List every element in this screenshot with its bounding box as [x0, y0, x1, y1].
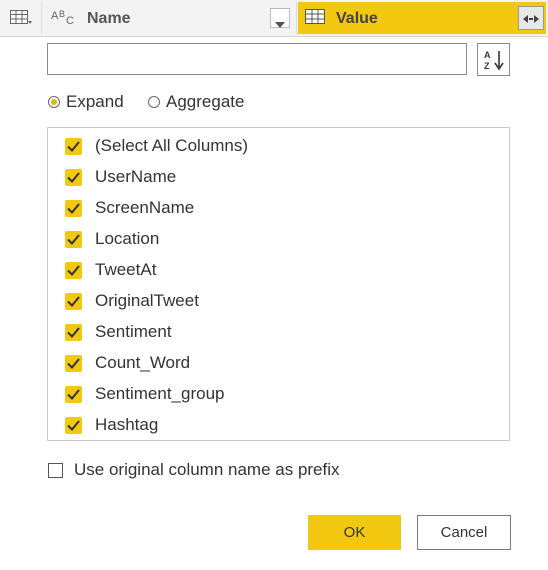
column-label: Hashtag: [95, 415, 159, 434]
column-label: TweetAt: [95, 260, 157, 279]
table-type-menu[interactable]: [2, 2, 42, 34]
checkbox-checked[interactable]: [65, 385, 82, 403]
checkbox-checked[interactable]: [65, 137, 82, 155]
checkbox-checked[interactable]: [65, 230, 82, 248]
column-item-sentiment-group[interactable]: Sentiment_group: [65, 382, 224, 406]
column-item-tweetat[interactable]: TweetAt: [65, 258, 156, 282]
checkbox-checked[interactable]: [65, 261, 82, 279]
svg-text:A: A: [51, 10, 59, 22]
column-item-originaltweet[interactable]: OriginalTweet: [65, 289, 199, 313]
expand-radio-label: Expand: [66, 92, 124, 111]
svg-text:Z: Z: [484, 61, 490, 71]
search-columns-input[interactable]: [47, 43, 467, 75]
use-prefix-checkbox[interactable]: [48, 462, 63, 478]
column-item-count-word[interactable]: Count_Word: [65, 351, 190, 375]
sort-columns-button[interactable]: A Z: [477, 43, 510, 76]
use-prefix-label: Use original column name as prefix: [74, 460, 340, 479]
column-item-screenname[interactable]: ScreenName: [65, 196, 194, 220]
checkbox-checked[interactable]: [65, 168, 82, 186]
column-label: Sentiment: [95, 322, 172, 341]
column-item-sentiment[interactable]: Sentiment: [65, 320, 172, 344]
column-item-username[interactable]: UserName: [65, 165, 176, 189]
cancel-button[interactable]: Cancel: [417, 515, 511, 550]
checkbox-checked[interactable]: [65, 292, 82, 310]
ok-button[interactable]: OK: [308, 515, 401, 550]
name-column-label: Name: [87, 10, 131, 27]
column-item-hashtag[interactable]: Hashtag: [65, 413, 158, 437]
svg-text:A: A: [484, 50, 491, 60]
column-label: UserName: [95, 167, 177, 186]
table-icon: [305, 9, 325, 30]
table-icon: [10, 10, 32, 31]
sort-ascending-icon: A Z: [484, 49, 506, 76]
column-checklist[interactable]: (Select All Columns) UserName ScreenName…: [47, 127, 510, 441]
select-all-columns-item[interactable]: (Select All Columns): [65, 134, 248, 158]
checkbox-checked[interactable]: [65, 199, 82, 217]
checkbox-checked[interactable]: [65, 354, 82, 372]
svg-text:C: C: [66, 15, 74, 27]
expand-column-button[interactable]: [518, 6, 544, 30]
column-label: Count_Word: [95, 353, 191, 372]
column-label: OriginalTweet: [95, 291, 199, 310]
aggregate-radio[interactable]: [148, 96, 160, 108]
value-column-header[interactable]: Value: [298, 2, 546, 34]
name-column-filter-button[interactable]: [270, 8, 290, 28]
checkbox-checked[interactable]: [65, 323, 82, 341]
expand-radio[interactable]: [48, 96, 60, 108]
column-label: Sentiment_group: [95, 384, 225, 403]
column-label: Location: [95, 229, 160, 248]
name-column-header[interactable]: A B C Name: [43, 2, 297, 34]
column-label: ScreenName: [95, 198, 195, 217]
checkbox-checked[interactable]: [65, 416, 82, 434]
abc-text-type-icon: A B C: [51, 8, 79, 33]
svg-text:B: B: [59, 9, 65, 19]
value-column-label: Value: [336, 10, 378, 27]
use-prefix-option[interactable]: Use original column name as prefix: [48, 458, 340, 482]
chevron-down-icon: [275, 15, 285, 33]
column-item-location[interactable]: Location: [65, 227, 159, 251]
column-label: (Select All Columns): [95, 136, 249, 155]
aggregate-radio-option[interactable]: Aggregate: [148, 90, 244, 114]
expand-columns-icon: [522, 12, 540, 30]
aggregate-radio-label: Aggregate: [166, 92, 245, 111]
column-header-bar: A B C Name Value: [0, 0, 548, 37]
expand-radio-option[interactable]: Expand: [48, 90, 124, 114]
